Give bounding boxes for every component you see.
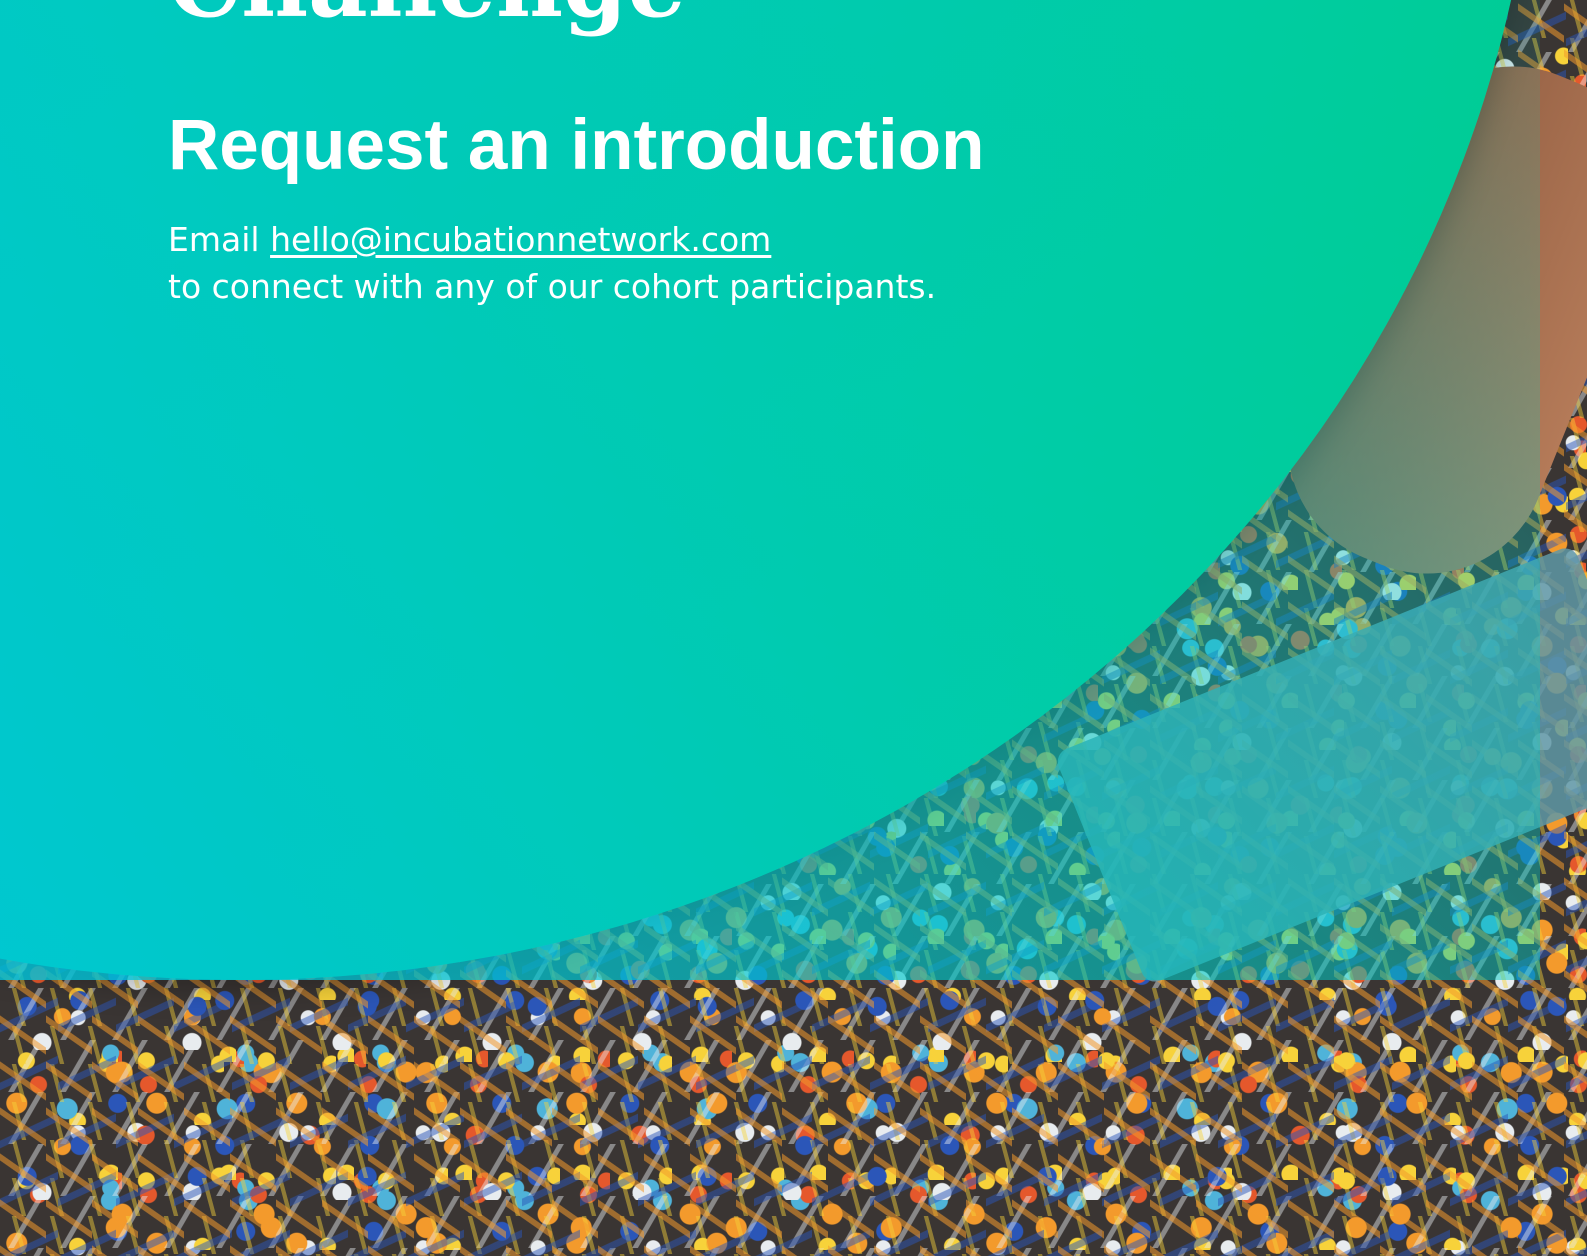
email-line: Email hello@incubationnetwork.com [168,216,936,263]
email-suffix: to connect with any of our cohort partic… [168,267,937,306]
contact-text: Email hello@incubationnetwork.com to con… [168,216,936,310]
section-title-cropped: Challenge [168,0,686,30]
email-prefix: Email [168,220,260,259]
email-link[interactable]: hello@incubationnetwork.com [270,220,771,259]
request-introduction-heading: Request an introduction [168,106,985,185]
page: Challenge Request an introduction Email … [0,0,1587,1256]
